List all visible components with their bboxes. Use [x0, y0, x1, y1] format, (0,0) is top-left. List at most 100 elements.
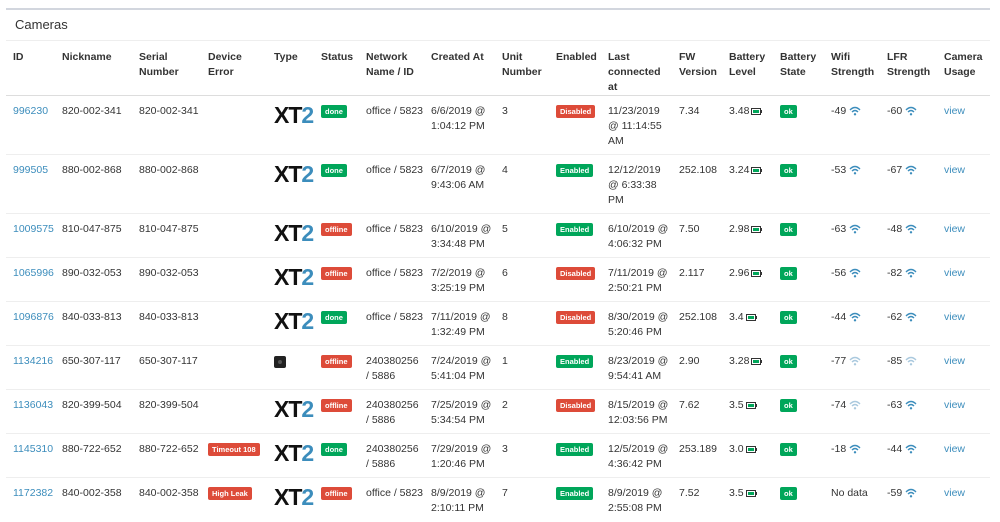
camera-id-link[interactable]: 1145310	[13, 443, 53, 455]
cell-lfr-strength: -60	[880, 95, 937, 155]
cell-wifi-strength: -56	[824, 257, 880, 302]
cell-last-connected: 12/12/2019 @ 6:33:38 PM	[601, 154, 672, 214]
lfr-strength-value: -62	[887, 311, 903, 323]
xt2-logo-icon: XT2	[274, 440, 314, 466]
column-header[interactable]: Network Name / ID	[359, 41, 424, 96]
cell-last-connected: 8/23/2019 @ 9:54:41 AM	[601, 345, 672, 390]
camera-usage-view-link[interactable]: view	[944, 105, 965, 117]
column-header[interactable]: Enabled	[549, 41, 601, 96]
cameras-table: ID Nickname Serial Number Device Error Type S…	[6, 41, 990, 522]
battery-icon	[745, 401, 757, 409]
wifi-strength-value: No data	[831, 487, 868, 499]
lfr-signal-icon	[905, 166, 917, 175]
lfr-signal-icon	[905, 313, 917, 322]
column-header[interactable]: Battery Level	[722, 41, 773, 96]
camera-usage-view-link[interactable]: view	[944, 487, 965, 499]
camera-id-link[interactable]: 996230	[13, 105, 48, 117]
battery-state-badge: ok	[780, 398, 797, 412]
cell-device-error	[201, 389, 267, 434]
cell-created-at: 6/7/2019 @ 9:43:06 AM	[424, 154, 495, 214]
camera-id-link[interactable]: 1065996	[13, 267, 54, 279]
table-header-row: ID Nickname Serial Number Device Error Type S…	[6, 41, 990, 96]
camera-id-link[interactable]: 1009575	[13, 223, 54, 235]
cell-id: 1009575	[6, 213, 55, 258]
table-row: 1009575 810-047-875 810-047-875 XT2 offline o…	[6, 213, 990, 258]
cell-enabled: Enabled	[549, 433, 601, 478]
status-badge: offline	[321, 354, 352, 368]
cell-status: done	[314, 433, 359, 478]
column-header[interactable]: Wifi Strength	[824, 41, 880, 96]
column-header[interactable]: Nickname	[55, 41, 132, 96]
column-header[interactable]: Type	[267, 41, 314, 96]
cell-type: XT2	[267, 389, 314, 434]
camera-id-link[interactable]: 1136043	[13, 399, 53, 411]
xt2-logo-icon: XT2	[274, 308, 314, 334]
camera-usage-view-link[interactable]: view	[944, 223, 965, 235]
column-header[interactable]: Last connected at	[601, 41, 672, 96]
cell-status: done	[314, 154, 359, 214]
lfr-signal-icon	[905, 445, 917, 454]
column-header[interactable]: Serial Number	[132, 41, 201, 96]
cell-id: 1145310	[6, 433, 55, 478]
status-badge: done	[321, 442, 347, 456]
cell-last-connected: 7/11/2019 @ 2:50:21 PM	[601, 257, 672, 302]
device-error-badge: High Leak	[208, 486, 252, 500]
column-header[interactable]: Device Error	[201, 41, 267, 96]
cell-status: offline	[314, 257, 359, 302]
cell-unit-number: 6	[495, 257, 549, 302]
camera-usage-view-link[interactable]: view	[944, 267, 965, 279]
cell-lfr-strength: -85	[880, 345, 937, 390]
status-badge: done	[321, 310, 347, 324]
cell-id: 1136043	[6, 389, 55, 434]
cell-network: office / 5823	[359, 95, 424, 155]
cell-id: 1134216	[6, 345, 55, 390]
battery-icon	[751, 269, 763, 277]
camera-usage-view-link[interactable]: view	[944, 443, 965, 455]
lfr-signal-icon	[905, 357, 917, 366]
camera-id-link[interactable]: 999505	[13, 164, 48, 176]
cell-serial: 890-032-053	[132, 257, 201, 302]
camera-usage-view-link[interactable]: view	[944, 164, 965, 176]
camera-id-link[interactable]: 1172382	[13, 487, 53, 499]
column-header[interactable]: Created At	[424, 41, 495, 96]
device-error-badge: Timeout 108	[208, 442, 260, 456]
camera-id-link[interactable]: 1134216	[13, 355, 53, 367]
camera-usage-view-link[interactable]: view	[944, 311, 965, 323]
column-header[interactable]: Unit Number	[495, 41, 549, 96]
camera-usage-view-link[interactable]: view	[944, 399, 965, 411]
cell-enabled: Disabled	[549, 257, 601, 302]
column-header[interactable]: Battery State	[773, 41, 824, 96]
enabled-badge: Enabled	[556, 486, 594, 500]
battery-icon	[745, 489, 757, 497]
column-header[interactable]: Camera Usage	[937, 41, 990, 96]
cell-wifi-strength: -18	[824, 433, 880, 478]
cell-enabled: Disabled	[549, 389, 601, 434]
cell-fw-version: 2.90	[672, 345, 722, 390]
wifi-strength-value: -18	[831, 443, 847, 455]
xt2-logo-icon: XT2	[274, 161, 314, 187]
battery-level-value: 3.24	[729, 164, 750, 176]
wifi-strength-value: -49	[831, 105, 847, 117]
cell-lfr-strength: -63	[880, 389, 937, 434]
cell-fw-version: 252.108	[672, 301, 722, 346]
column-header[interactable]: LFR Strength	[880, 41, 937, 96]
cell-battery-level: 3.28	[722, 345, 773, 390]
cell-camera-usage: view	[937, 433, 990, 478]
column-header[interactable]: FW Version	[672, 41, 722, 96]
camera-id-link[interactable]: 1096876	[13, 311, 54, 323]
wifi-icon	[849, 401, 861, 410]
cell-status: offline	[314, 345, 359, 390]
column-header[interactable]: ID	[6, 41, 55, 96]
cell-status: done	[314, 95, 359, 155]
cell-created-at: 7/24/2019 @ 5:41:04 PM	[424, 345, 495, 390]
camera-usage-view-link[interactable]: view	[944, 355, 965, 367]
battery-state-badge: ok	[780, 486, 797, 500]
table-body: 996230 820-002-341 820-002-341 XT2 done offic…	[6, 95, 990, 522]
cell-lfr-strength: -67	[880, 154, 937, 214]
cell-fw-version: 7.34	[672, 95, 722, 155]
cell-type: XT2	[267, 301, 314, 346]
enabled-badge: Disabled	[556, 104, 596, 118]
cell-battery-state: ok	[773, 257, 824, 302]
wifi-strength-value: -77	[831, 355, 847, 367]
column-header[interactable]: Status	[314, 41, 359, 96]
